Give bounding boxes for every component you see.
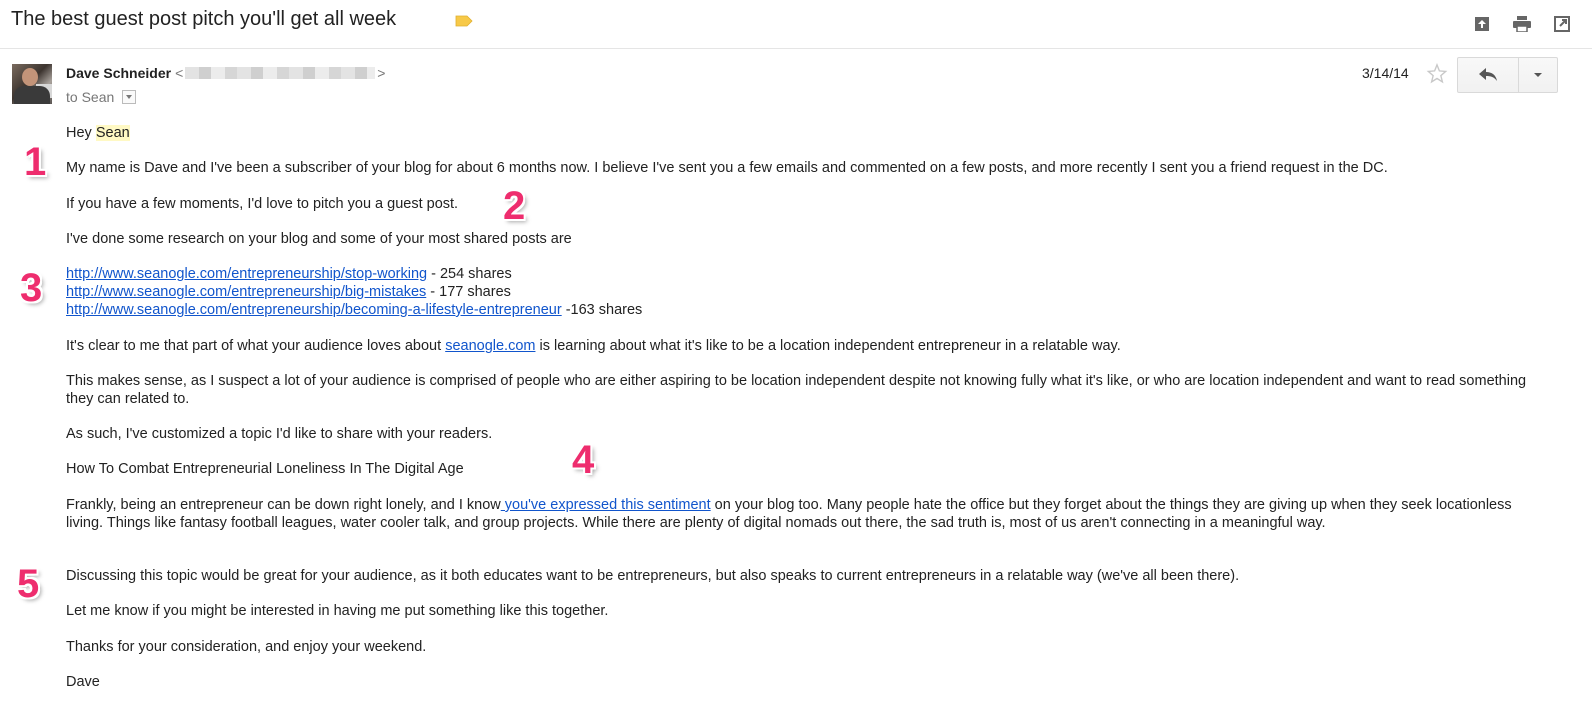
greeting-name: Sean	[95, 125, 130, 141]
annotation-number-3: 3	[20, 266, 43, 310]
new-window-icon[interactable]	[1552, 14, 1572, 34]
share-count: - 254 shares	[427, 266, 512, 282]
annotation-number-1: 1	[24, 140, 47, 184]
paragraph-1: My name is Dave and I've been a subscrib…	[66, 160, 1388, 176]
p4-text-before: It's clear to me that part of what your …	[66, 338, 446, 354]
p4-text-after: is learning about what it's like to be a…	[535, 338, 1121, 354]
subject-bar: The best guest post pitch you'll get all…	[0, 0, 1592, 49]
print-icon[interactable]	[1512, 14, 1532, 34]
link-row: http://www.seanogle.com/entrepreneurship…	[66, 283, 511, 301]
archive-icon[interactable]	[1472, 14, 1492, 34]
paragraph-6: As such, I've customized a topic I'd lik…	[66, 426, 493, 442]
reply-button[interactable]	[1458, 58, 1519, 92]
signoff: Dave	[66, 674, 100, 690]
paragraph-5: This makes sense, as I suspect a lot of …	[66, 373, 1527, 407]
paragraph-2: If you have a few moments, I'd love to p…	[66, 196, 459, 212]
share-count: -163 shares	[561, 302, 643, 318]
sender-email-close: >	[377, 65, 386, 81]
annotation-number-5: 5	[17, 562, 40, 606]
sentiment-link[interactable]: you've expressed this sentiment	[501, 497, 711, 513]
link-row: http://www.seanogle.com/entrepreneurship…	[66, 301, 642, 319]
share-count: - 177 shares	[426, 284, 511, 300]
sender-line: Dave Schneider < >	[66, 65, 385, 81]
greeting-prefix: Hey	[66, 125, 96, 141]
sender-name[interactable]: Dave Schneider	[66, 65, 171, 81]
shared-post-link[interactable]: http://www.seanogle.com/entrepreneurship…	[66, 284, 426, 300]
sender-email-open: <	[175, 65, 184, 81]
reply-icon	[1479, 68, 1497, 81]
shared-post-link[interactable]: http://www.seanogle.com/entrepreneurship…	[66, 302, 562, 318]
email-subject: The best guest post pitch you'll get all…	[11, 8, 397, 30]
chevron-down-icon	[1534, 73, 1542, 77]
paragraph-11: Thanks for your consideration, and enjoy…	[66, 639, 427, 655]
topic-title: How To Combat Entrepreneurial Loneliness…	[66, 461, 464, 477]
reply-button-group	[1457, 57, 1558, 93]
p8-text-before: Frankly, being an entrepreneur can be do…	[66, 497, 501, 513]
top-toolbar	[1472, 14, 1572, 34]
details-dropdown-icon[interactable]	[122, 90, 137, 104]
paragraph-8: Frankly, being an entrepreneur can be do…	[66, 496, 1536, 532]
annotation-number-2: 2	[503, 184, 526, 228]
star-icon[interactable]	[1426, 63, 1448, 85]
label-tag-icon[interactable]	[455, 15, 473, 27]
link-row: http://www.seanogle.com/entrepreneurship…	[66, 265, 512, 283]
shared-post-link[interactable]: http://www.seanogle.com/entrepreneurship…	[66, 266, 427, 282]
email-date: 3/14/14	[1362, 65, 1409, 81]
blurred-email-address	[185, 67, 376, 79]
paragraph-9: Discussing this topic would be great for…	[66, 568, 1240, 584]
greeting: Hey Sean	[66, 124, 130, 142]
recipient-line: to Sean	[66, 89, 137, 105]
more-actions-button[interactable]	[1519, 58, 1557, 92]
recipient-text: to Sean	[66, 89, 115, 105]
seanogle-link[interactable]: seanogle.com	[445, 338, 535, 354]
annotation-number-4: 4	[572, 438, 595, 482]
paragraph-10: Let me know if you might be interested i…	[66, 603, 609, 619]
email-view: The best guest post pitch you'll get all…	[0, 0, 1592, 708]
avatar[interactable]	[12, 64, 52, 104]
paragraph-4: It's clear to me that part of what your …	[66, 337, 1121, 355]
paragraph-3: I've done some research on your blog and…	[66, 231, 572, 247]
